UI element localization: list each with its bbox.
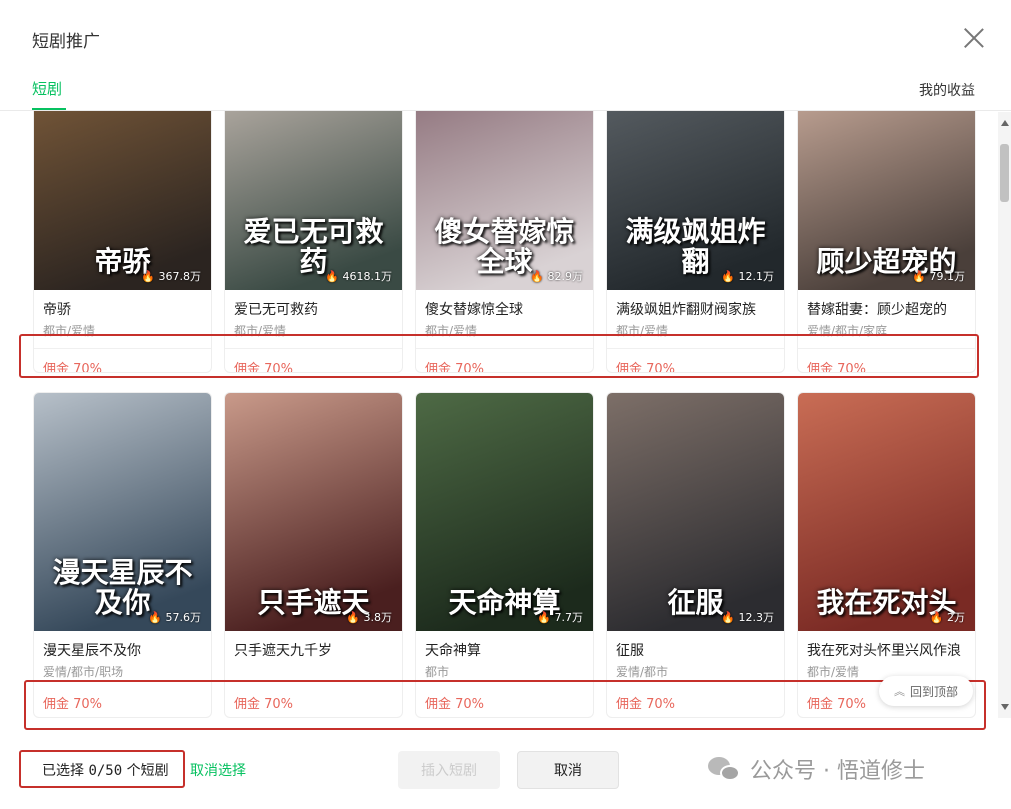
drama-card[interactable]: 我在死对头 🔥 2万 我在死对头怀里兴风作浪 都市/爱情 佣金 70%: [797, 392, 976, 718]
drama-grid: 帝骄 🔥 367.8万 帝骄 都市/爱情 佣金 70% 爱已无可救药 🔥 461…: [0, 111, 1000, 719]
watermark: 公众号 · 悟道修士: [708, 753, 925, 785]
card-divider: [798, 348, 975, 349]
view-count: 🔥 2万: [929, 611, 965, 624]
drama-card[interactable]: 漫天星辰不及你 🔥 57.6万 漫天星辰不及你 爱情/都市/职场 佣金 70%: [33, 392, 212, 718]
drama-poster: 爱已无可救药 🔥 4618.1万: [225, 111, 402, 290]
drama-poster: 帝骄 🔥 367.8万: [34, 111, 211, 290]
vertical-scrollbar[interactable]: [998, 112, 1011, 718]
card-divider: [416, 680, 593, 681]
drama-card[interactable]: 帝骄 🔥 367.8万 帝骄 都市/爱情 佣金 70%: [33, 111, 212, 373]
card-divider: [34, 680, 211, 681]
commission-label: 佣金 70%: [425, 362, 485, 373]
drama-poster: 只手遮天 🔥 3.8万: [225, 393, 402, 631]
commission-label: 佣金 70%: [43, 362, 103, 373]
drama-name: 征服: [616, 643, 644, 659]
drama-genre: 都市/爱情: [234, 324, 287, 338]
view-count: 🔥 79.1万: [912, 270, 965, 283]
drama-poster: 天命神算 🔥 7.7万: [416, 393, 593, 631]
card-divider: [225, 680, 402, 681]
drama-name: 我在死对头怀里兴风作浪: [807, 643, 961, 659]
commission-label: 佣金 70%: [616, 697, 676, 712]
view-count: 🔥 82.9万: [530, 270, 583, 283]
drama-card[interactable]: 只手遮天 🔥 3.8万 只手遮天九千岁 佣金 70%: [224, 392, 403, 718]
drama-poster: 傻女替嫁惊全球 🔥 82.9万: [416, 111, 593, 290]
close-icon[interactable]: [958, 22, 990, 54]
card-divider: [34, 348, 211, 349]
drama-name: 天命神算: [425, 643, 481, 659]
drama-genre: 都市/爱情: [43, 324, 96, 338]
drama-name: 爱已无可救药: [234, 302, 318, 318]
drama-genre: 都市/爱情: [425, 324, 478, 338]
card-divider: [416, 348, 593, 349]
back-to-top-label: 回到顶部: [909, 684, 958, 699]
commission-label: 佣金 70%: [616, 362, 676, 373]
view-count: 🔥 12.1万: [721, 270, 774, 283]
commission-label: 佣金 70%: [807, 697, 867, 712]
drama-genre: 爱情/都市/家庭: [807, 324, 888, 338]
drama-name: 傻女替嫁惊全球: [425, 302, 523, 318]
view-count: 🔥 3.8万: [346, 611, 392, 624]
my-earnings-link[interactable]: 我的收益: [919, 80, 975, 100]
drama-card[interactable]: 天命神算 🔥 7.7万 天命神算 都市 佣金 70%: [415, 392, 594, 718]
commission-label: 佣金 70%: [234, 362, 294, 373]
drama-poster: 顾少超宠的 🔥 79.1万: [798, 111, 975, 290]
scroll-down-icon[interactable]: [1001, 704, 1009, 710]
tab-short-drama[interactable]: 短剧: [32, 78, 62, 99]
card-divider: [607, 680, 784, 681]
dialog-title: 短剧推广: [32, 32, 100, 52]
drama-poster: 满级飒姐炸翻 🔥 12.1万: [607, 111, 784, 290]
commission-label: 佣金 70%: [43, 697, 103, 712]
drama-name: 只手遮天九千岁: [234, 643, 332, 659]
watermark-text: 公众号 · 悟道修士: [750, 759, 925, 784]
scroll-thumb[interactable]: [1000, 144, 1009, 202]
cancel-button[interactable]: 取消: [517, 751, 619, 789]
drama-card[interactable]: 傻女替嫁惊全球 🔥 82.9万 傻女替嫁惊全球 都市/爱情 佣金 70%: [415, 111, 594, 373]
drama-genre: 爱情/都市: [616, 665, 669, 679]
deselect-link[interactable]: 取消选择: [190, 760, 246, 780]
card-divider: [225, 348, 402, 349]
drama-card[interactable]: 征服 🔥 12.3万 征服 爱情/都市 佣金 70%: [606, 392, 785, 718]
double-chevron-up-icon: ︽: [893, 685, 905, 698]
commission-label: 佣金 70%: [425, 697, 485, 712]
commission-label: 佣金 70%: [234, 697, 294, 712]
drama-name: 满级飒姐炸翻财阀家族: [616, 302, 756, 318]
drama-poster: 征服 🔥 12.3万: [607, 393, 784, 631]
drama-card[interactable]: 满级飒姐炸翻 🔥 12.1万 满级飒姐炸翻财阀家族 都市/爱情 佣金 70%: [606, 111, 785, 373]
card-divider: [607, 348, 784, 349]
drama-genre: 都市: [425, 665, 450, 679]
view-count: 🔥 12.3万: [721, 611, 774, 624]
back-to-top-button[interactable]: ︽ 回到顶部: [879, 676, 973, 706]
drama-genre: 爱情/都市/职场: [43, 665, 124, 679]
view-count: 🔥 4618.1万: [325, 270, 392, 283]
drama-poster: 我在死对头 🔥 2万: [798, 393, 975, 631]
selected-count-label: 已选择 0/50 个短剧: [42, 763, 169, 779]
wechat-icon: [708, 755, 742, 783]
scroll-up-icon[interactable]: [1001, 120, 1009, 126]
view-count: 🔥 57.6万: [148, 611, 201, 624]
view-count: 🔥 7.7万: [537, 611, 583, 624]
drama-card[interactable]: 爱已无可救药 🔥 4618.1万 爱已无可救药 都市/爱情 佣金 70%: [224, 111, 403, 373]
drama-poster: 漫天星辰不及你 🔥 57.6万: [34, 393, 211, 631]
drama-name: 替嫁甜妻：顾少超宠的: [807, 302, 947, 318]
insert-drama-button[interactable]: 插入短剧: [398, 751, 500, 789]
drama-card[interactable]: 顾少超宠的 🔥 79.1万 替嫁甜妻：顾少超宠的 爱情/都市/家庭 佣金 70%: [797, 111, 976, 373]
view-count: 🔥 367.8万: [141, 270, 201, 283]
drama-name: 帝骄: [43, 302, 71, 318]
drama-genre: 都市/爱情: [616, 324, 669, 338]
commission-label: 佣金 70%: [807, 362, 867, 373]
drama-name: 漫天星辰不及你: [43, 643, 141, 659]
